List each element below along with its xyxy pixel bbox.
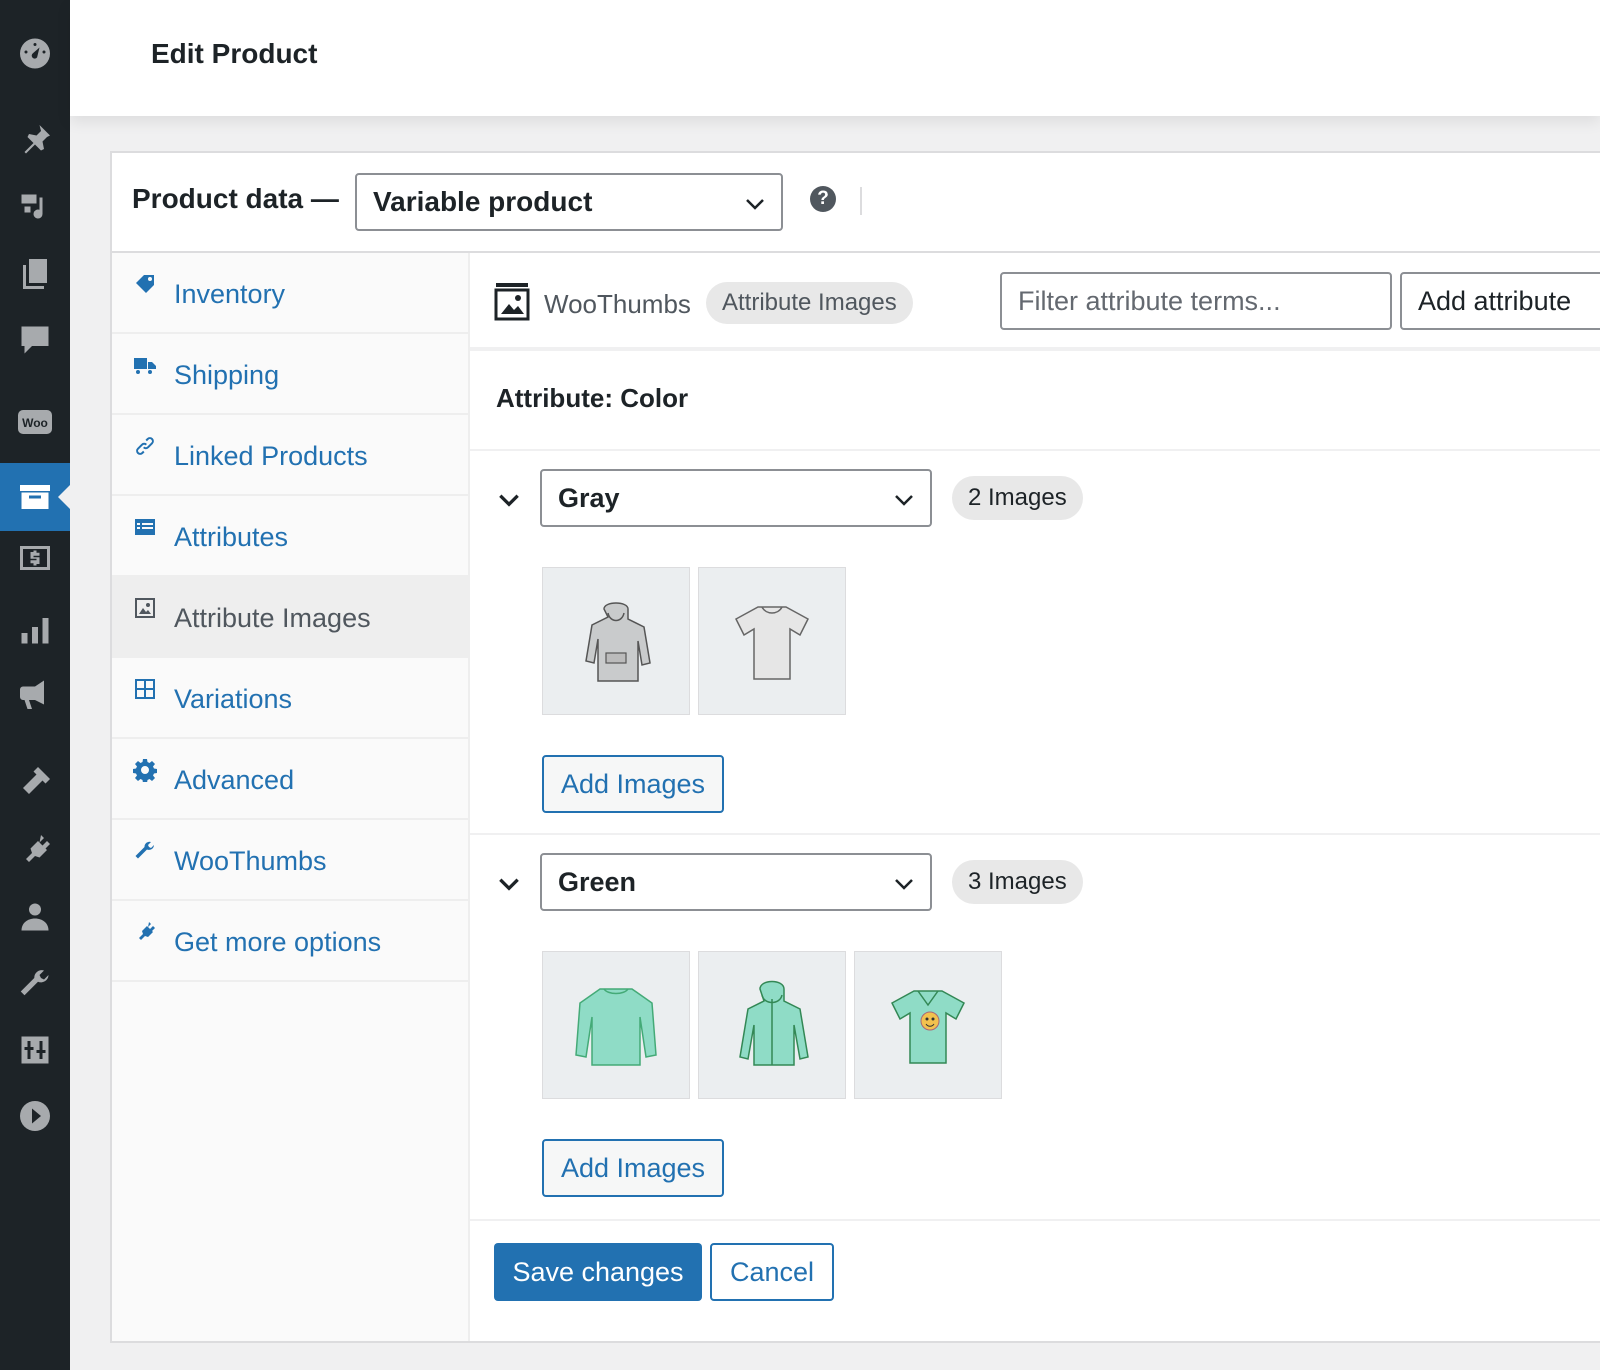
image-count-badge: 2 Images: [952, 476, 1083, 520]
term-select-value: Gray: [558, 482, 620, 513]
admin-sidebar: Woo: [0, 0, 70, 1370]
attribute-images-content: WooThumbs Attribute Images Add attribute…: [470, 253, 1600, 1341]
tshirt-gray-image: [735, 606, 809, 680]
thumbnail-list: [542, 567, 846, 715]
tab-woothumbs[interactable]: WooThumbs: [112, 820, 468, 901]
cancel-button[interactable]: Cancel: [710, 1243, 834, 1301]
product-data-header: Product data — Variable product ?: [112, 153, 1600, 253]
analytics-icon[interactable]: [0, 600, 70, 660]
tab-label: WooThumbs: [174, 846, 327, 876]
divider: [860, 187, 862, 215]
woothumbs-brand: WooThumbs: [544, 289, 691, 319]
image-icon: [132, 595, 158, 621]
image-count-badge: 3 Images: [952, 860, 1083, 904]
attribute-images-pill: Attribute Images: [706, 282, 913, 324]
chevron-down-icon[interactable]: [496, 871, 522, 897]
thumbnail[interactable]: [542, 567, 690, 715]
plugins-icon[interactable]: [0, 820, 70, 880]
media-icon[interactable]: [0, 178, 70, 238]
tab-variations[interactable]: Variations: [112, 658, 468, 739]
users-icon[interactable]: [0, 887, 70, 947]
page-title: Edit Product: [151, 38, 318, 69]
tab-advanced[interactable]: Advanced: [112, 739, 468, 820]
dashboard-icon[interactable]: [0, 22, 70, 82]
woothumbs-logo-icon: [494, 283, 530, 321]
thumbnail[interactable]: [698, 951, 846, 1099]
divider: [470, 449, 1600, 451]
sweatshirt-green-image: [575, 988, 657, 1066]
comments-icon[interactable]: [0, 310, 70, 370]
product-type-value: Variable product: [373, 186, 593, 217]
product-data-label: Product data —: [132, 183, 339, 214]
tab-attributes[interactable]: Attributes: [112, 496, 468, 577]
tab-label: Advanced: [174, 765, 295, 795]
tab-shipping[interactable]: Shipping: [112, 334, 468, 415]
chevron-down-icon[interactable]: [496, 487, 522, 513]
play-icon[interactable]: [0, 1086, 70, 1146]
tab-attribute-images[interactable]: Attribute Images: [112, 577, 468, 658]
chevron-down-icon: [895, 495, 913, 506]
thumbnail[interactable]: [854, 951, 1002, 1099]
tab-linked-products[interactable]: Linked Products: [112, 415, 468, 496]
chevron-down-icon: [895, 879, 913, 890]
list-icon: [132, 514, 158, 540]
pages-icon[interactable]: [0, 244, 70, 304]
link-icon: [132, 433, 158, 459]
attribute-heading: Attribute: Color: [496, 383, 689, 413]
page-header: Edit Product: [70, 0, 1600, 116]
thumbnail[interactable]: [542, 951, 690, 1099]
woothumbs-toolbar: WooThumbs Attribute Images Add attribute: [470, 253, 1600, 351]
settings-icon[interactable]: [0, 1020, 70, 1080]
plugin-icon: [132, 919, 158, 945]
wrench-icon: [132, 838, 158, 864]
add-images-button[interactable]: Add Images: [542, 755, 724, 813]
tab-inventory[interactable]: Inventory: [112, 253, 468, 334]
woo-logo-text: Woo: [22, 416, 48, 430]
tab-label: Get more options: [174, 927, 382, 957]
divider: [470, 833, 1600, 835]
pin-icon[interactable]: [0, 110, 70, 170]
tab-label: Variations: [174, 684, 293, 714]
tab-label: Attributes: [174, 522, 289, 552]
term-select-value: Green: [558, 866, 637, 897]
tshirt-green-image: [891, 990, 965, 1064]
grid-icon: [132, 676, 158, 702]
zip-hoodie-green-image: [739, 980, 809, 1066]
gear-icon: [132, 757, 158, 783]
tab-label: Linked Products: [174, 441, 368, 471]
save-changes-button[interactable]: Save changes: [494, 1243, 702, 1301]
help-icon[interactable]: ?: [810, 186, 836, 212]
tab-label: Shipping: [174, 360, 280, 390]
divider: [470, 1219, 1600, 1221]
add-attribute-button[interactable]: Add attribute: [1400, 272, 1600, 330]
tab-label: Attribute Images: [174, 603, 371, 633]
truck-icon: [132, 352, 158, 378]
products-icon[interactable]: [0, 463, 70, 531]
filter-attribute-terms-input[interactable]: [1000, 272, 1392, 330]
product-data-panel: Product data — Variable product ? Invent…: [110, 151, 1600, 1343]
thumbnail-list: [542, 951, 1002, 1099]
appearance-icon[interactable]: [0, 752, 70, 812]
woocommerce-icon[interactable]: Woo: [0, 392, 70, 452]
thumbnail[interactable]: [698, 567, 846, 715]
add-images-button[interactable]: Add Images: [542, 1139, 724, 1197]
payments-icon[interactable]: [0, 528, 70, 588]
tab-get-more-options[interactable]: Get more options: [112, 901, 468, 982]
term-select[interactable]: Green: [540, 853, 932, 911]
tag-icon: [132, 271, 158, 297]
product-type-select[interactable]: Variable product: [355, 173, 783, 231]
tab-label: Inventory: [174, 279, 286, 309]
hoodie-gray-image: [585, 602, 651, 682]
marketing-icon[interactable]: [0, 664, 70, 724]
chevron-down-icon: [746, 199, 764, 210]
term-select[interactable]: Gray: [540, 469, 932, 527]
product-data-tabs: Inventory Shipping Linked Products Attri…: [112, 253, 470, 1341]
tools-icon[interactable]: [0, 954, 70, 1014]
